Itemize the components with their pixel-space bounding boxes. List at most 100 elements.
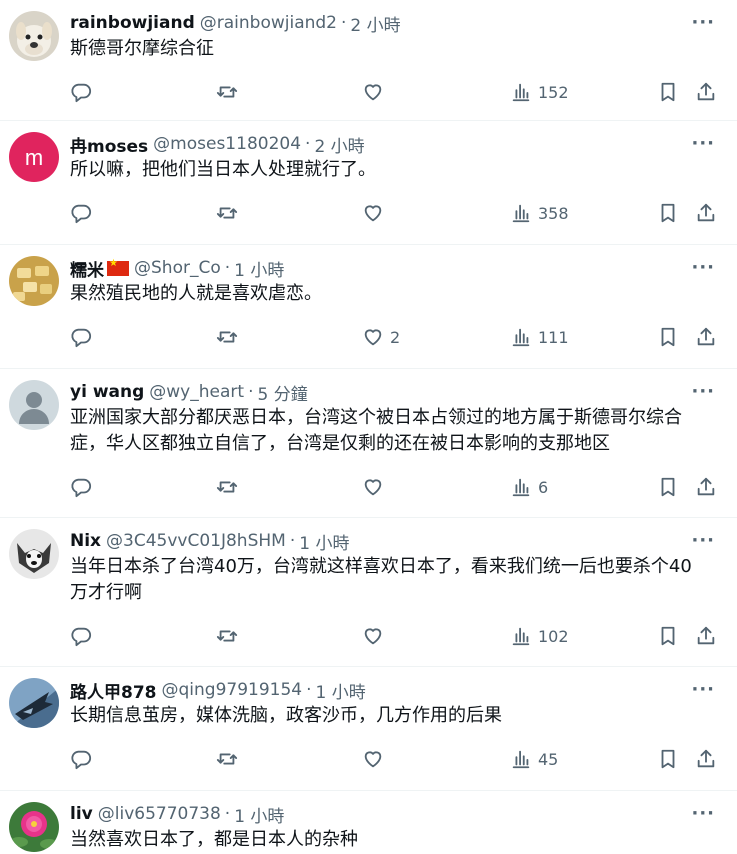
author-name[interactable]: yi wang [70, 382, 144, 402]
reply-icon [71, 83, 92, 103]
like-button[interactable] [362, 476, 390, 498]
separator-dot: · [289, 531, 296, 551]
heart-icon [364, 84, 382, 101]
share-button[interactable] [695, 476, 717, 498]
like-button[interactable] [362, 625, 390, 647]
author-name[interactable]: 糯米 [70, 256, 104, 281]
retweet-button[interactable] [216, 326, 238, 348]
views-button[interactable]: 111 [510, 326, 569, 348]
avatar[interactable] [9, 678, 59, 728]
avatar[interactable] [9, 11, 59, 61]
reply-item[interactable]: m 冉moses @moses1180204 · 2 小時 ··· 所以嘛，把他… [0, 121, 737, 245]
share-button[interactable] [695, 202, 717, 224]
bookmark-button[interactable] [657, 748, 679, 770]
timestamp[interactable]: 2 小時 [350, 11, 400, 36]
avatar[interactable]: m [9, 132, 59, 182]
action-bar: 152 [70, 62, 719, 122]
views-button[interactable]: 152 [510, 81, 569, 103]
reply-button[interactable] [70, 326, 92, 348]
reply-item[interactable]: Nix @3C45vvC01J8hSHM · 1 小時 ··· 当年日本杀了台湾… [0, 518, 737, 667]
avatar[interactable] [9, 529, 59, 579]
bookmark-icon [661, 82, 675, 102]
views-button[interactable]: 358 [510, 202, 569, 224]
like-button[interactable] [362, 81, 390, 103]
author-handle[interactable]: @Shor_Co [134, 258, 221, 278]
author-name[interactable]: rainbowjiand [70, 13, 195, 33]
author-handle[interactable]: @liv65770738 [98, 804, 221, 824]
reply-item[interactable]: yi wang @wy_heart · 5 分鐘 ··· 亚洲国家大部分都厌恶日… [0, 369, 737, 518]
author-handle[interactable]: @3C45vvC01J8hSHM [106, 531, 286, 551]
reply-button[interactable] [70, 748, 92, 770]
reply-text: 亚洲国家大部分都厌恶日本，台湾这个被日本占领过的地方属于斯德哥尔综合症，华人区都… [70, 407, 682, 454]
author-handle[interactable]: @moses1180204 [153, 134, 301, 154]
timestamp[interactable]: 1 小時 [299, 529, 349, 554]
more-horizontal-icon[interactable]: ··· [691, 381, 715, 402]
retweet-button[interactable] [216, 476, 238, 498]
author-name[interactable]: liv [70, 804, 93, 824]
separator-dot: · [306, 680, 312, 700]
like-button[interactable] [362, 748, 390, 770]
share-button[interactable] [695, 326, 717, 348]
reply-button[interactable] [70, 625, 92, 647]
reply-button[interactable] [70, 476, 92, 498]
avatar[interactable] [9, 256, 59, 306]
reply-button[interactable] [70, 81, 92, 103]
share-button[interactable] [695, 625, 717, 647]
action-bar: 6 [70, 457, 719, 517]
bookmark-button[interactable] [657, 476, 679, 498]
author-name[interactable]: 路人甲878 [70, 678, 157, 703]
avatar[interactable] [9, 802, 59, 852]
share-icon [697, 327, 715, 346]
reply-item[interactable]: liv @liv65770738 · 1 小時 ··· 当然喜欢日本了，都是日本… [0, 791, 737, 854]
share-button[interactable] [695, 748, 717, 770]
share-icon [697, 749, 715, 768]
retweet-button[interactable] [216, 202, 238, 224]
more-horizontal-icon[interactable]: ··· [691, 530, 715, 551]
like-button[interactable] [362, 202, 390, 224]
reply-text: 长期信息茧房，媒体洗脑，政客沙币，几方作用的后果 [70, 705, 502, 726]
share-button[interactable] [695, 81, 717, 103]
views-button[interactable]: 45 [510, 748, 558, 770]
more-horizontal-icon[interactable]: ··· [691, 257, 715, 278]
author-handle[interactable]: @qing97919154 [162, 680, 303, 700]
like-button[interactable]: 2 [362, 326, 400, 348]
reply-item[interactable]: 糯米 @Shor_Co · 1 小時 ··· 果然殖民地的人就是喜欢虐恋。 2 … [0, 245, 737, 369]
reply-text: 当然喜欢日本了，都是日本人的杂种 [70, 829, 358, 850]
heart-icon [364, 751, 382, 768]
reply-item[interactable]: rainbowjiand @rainbowjiand2 · 2 小時 ··· 斯… [0, 0, 737, 121]
bookmark-button[interactable] [657, 202, 679, 224]
reply-feed: rainbowjiand @rainbowjiand2 · 2 小時 ··· 斯… [0, 0, 737, 854]
timestamp[interactable]: 2 小時 [314, 132, 364, 157]
author-handle[interactable]: @wy_heart [149, 382, 244, 402]
avatar[interactable] [9, 380, 59, 430]
timestamp[interactable]: 1 小時 [234, 256, 284, 281]
views-button[interactable]: 6 [510, 476, 548, 498]
timestamp[interactable]: 1 小時 [234, 802, 284, 827]
reply-text: 所以嘛，把他们当日本人处理就行了。 [70, 159, 376, 180]
retweet-button[interactable] [216, 748, 238, 770]
author-name[interactable]: 冉moses [70, 132, 148, 157]
retweet-button[interactable] [216, 81, 238, 103]
more-horizontal-icon[interactable]: ··· [691, 803, 715, 824]
author-handle[interactable]: @rainbowjiand2 [200, 13, 337, 33]
reply-item[interactable]: 路人甲878 @qing97919154 · 1 小時 ··· 长期信息茧房，媒… [0, 667, 737, 791]
reply-button[interactable] [70, 202, 92, 224]
bookmark-button[interactable] [657, 81, 679, 103]
views-button[interactable]: 102 [510, 625, 569, 647]
timestamp[interactable]: 5 分鐘 [257, 380, 307, 405]
timestamp[interactable]: 1 小時 [316, 678, 366, 703]
more-horizontal-icon[interactable]: ··· [691, 133, 715, 154]
bookmark-button[interactable] [657, 326, 679, 348]
retweet-button[interactable] [216, 625, 238, 647]
more-horizontal-icon[interactable]: ··· [691, 679, 715, 700]
view-count: 45 [538, 749, 559, 769]
views-icon [512, 83, 530, 102]
separator-dot: · [224, 804, 231, 824]
action-bar: 45 [70, 729, 719, 789]
retweet-icon [216, 753, 238, 765]
action-bar: 2 111 [70, 307, 719, 367]
author-name[interactable]: Nix [70, 531, 101, 551]
bookmark-button[interactable] [657, 625, 679, 647]
retweet-icon [216, 630, 238, 642]
more-horizontal-icon[interactable]: ··· [691, 12, 715, 33]
